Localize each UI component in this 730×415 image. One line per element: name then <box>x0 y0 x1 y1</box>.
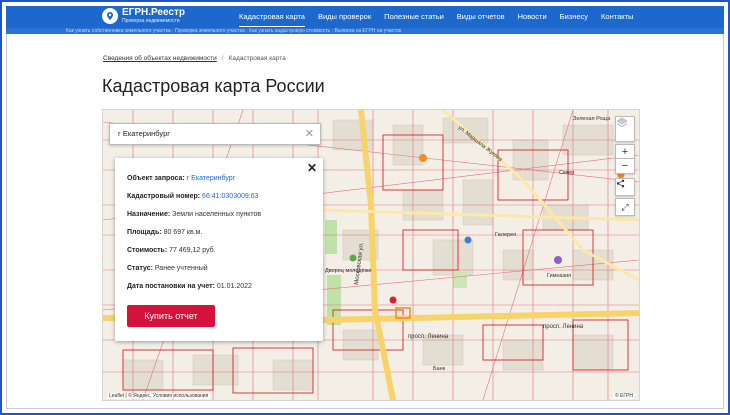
map-label-street: просп. Ленина <box>408 334 449 340</box>
plus-icon: + <box>621 146 629 158</box>
info-label: Статус: <box>127 265 153 272</box>
info-label: Объект запроса: <box>127 175 185 182</box>
layers-icon <box>616 117 628 127</box>
info-label: Назначение: <box>127 211 171 218</box>
breadcrumb-parent[interactable]: Сведения об объектах недвижимости <box>103 55 217 62</box>
map-label-place: Гимназия <box>547 273 571 279</box>
fullscreen-button[interactable]: ⤢ <box>615 198 635 216</box>
nav-cadastral-map[interactable]: Кадастровая карта <box>239 6 305 27</box>
logo[interactable]: ЕГРН.Реестр Проверка недвижимости <box>102 8 185 24</box>
map-label-street: просп. Ленина <box>543 324 584 330</box>
info-value-cost: 77 469,12 руб. <box>169 247 216 254</box>
breadcrumb-current: Кадастровая карта <box>228 55 286 62</box>
minus-icon: − <box>621 160 629 172</box>
info-row-purpose: Назначение: Земли населенных пунктов <box>127 211 261 218</box>
info-row-object: Объект запроса: г Екатеринбург <box>127 175 235 182</box>
info-value-object[interactable]: г Екатеринбург <box>187 175 236 182</box>
buy-report-button[interactable]: Купить отчет <box>127 305 215 327</box>
breadcrumb-separator: / <box>221 55 224 62</box>
object-info-card: ✕ Объект запроса: г Екатеринбург Кадастр… <box>115 158 323 341</box>
page-title: Кадастровая карта России <box>102 76 325 96</box>
info-row-cadastral-number: Кадастровый номер: 66:41:0303009:63 <box>127 193 259 200</box>
info-value-area: 80 697 кв.м. <box>163 229 203 236</box>
map-label-place: Галерея <box>495 232 516 238</box>
info-label: Стоимость: <box>127 247 168 254</box>
breadcrumb: Сведения об объектах недвижимости / Кадаст… <box>103 55 286 62</box>
sub-nav-strip: Как узнать собственника земельного участ… <box>6 28 724 34</box>
logo-text: ЕГРН.Реестр Проверка недвижимости <box>122 8 185 24</box>
layers-button[interactable] <box>615 116 635 142</box>
info-value-purpose: Земли населенных пунктов <box>172 211 262 218</box>
info-value-cadastral-number[interactable]: 66:41:0303009:63 <box>202 193 258 200</box>
screenshot-frame: ЕГРН.Реестр Проверка недвижимости Кадаст… <box>0 0 730 415</box>
map-label-place: Зеленая Роща <box>573 116 611 122</box>
sub-nav-links[interactable]: Как узнать собственника земельного участ… <box>66 28 401 34</box>
map-attribution[interactable]: Leaflet | © Яндекс, Условия использовани… <box>107 393 211 399</box>
expand-icon: ⤢ <box>621 201 629 212</box>
zoom-out-button[interactable]: − <box>615 158 635 174</box>
zoom-in-button[interactable]: + <box>615 144 635 159</box>
map-search-input[interactable]: г Екатеринбург <box>118 129 170 138</box>
cadastral-map[interactable]: Московская ул. просп. Ленина просп. Лени… <box>102 109 640 401</box>
info-value-status: Ранее учтенный <box>154 265 208 272</box>
share-icon <box>616 179 625 188</box>
info-label: Площадь: <box>127 229 162 236</box>
logo-subtitle: Проверка недвижимости <box>122 18 180 24</box>
info-label: Дата постановки на учет: <box>127 283 215 290</box>
info-row-registration-date: Дата постановки на учет: 01.01.2022 <box>127 283 252 290</box>
info-row-cost: Стоимость: 77 469,12 руб. <box>127 247 216 254</box>
map-attribution-right: © ЕГРН <box>612 393 635 399</box>
info-row-status: Статус: Ранее учтенный <box>127 265 208 272</box>
info-label: Кадастровый номер: <box>127 193 201 200</box>
info-row-area: Площадь: 80 697 кв.м. <box>127 229 202 236</box>
share-button[interactable] <box>615 178 635 196</box>
map-label-place: Дворец молодёжи <box>325 268 371 274</box>
logo-title: ЕГРН.Реестр <box>122 7 185 18</box>
map-search-box[interactable]: г Екатеринбург ✕ <box>109 123 321 145</box>
page: ЕГРН.Реестр Проверка недвижимости Кадаст… <box>6 6 724 409</box>
logo-pin-icon <box>102 8 118 24</box>
info-value-registration-date: 01.01.2022 <box>216 283 252 290</box>
close-icon[interactable]: ✕ <box>307 161 317 175</box>
map-label-place: Банк <box>433 366 446 372</box>
map-label-place: Сквер <box>559 170 574 176</box>
clear-search-icon[interactable]: ✕ <box>305 127 314 140</box>
